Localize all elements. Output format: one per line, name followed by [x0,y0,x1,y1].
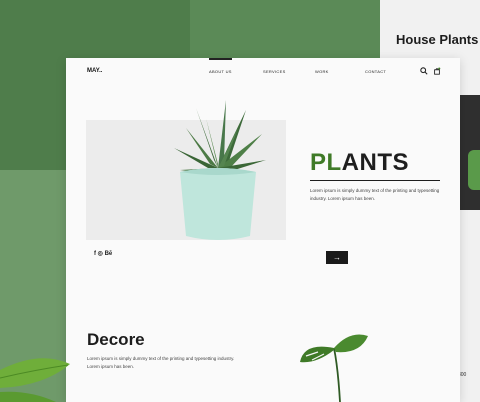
nav-contact[interactable]: CONTACT [365,69,386,74]
decore-description: Lorem ipsum is simply dummy text of the … [87,356,235,369]
monstera-leaf-image [300,334,368,402]
hero-title: PLANTS [310,149,409,177]
decore-title: Decore [87,330,145,349]
next-arrow-button[interactable]: → [326,251,348,264]
hero-divider [310,180,440,181]
house-plants-title: House Plants [396,32,479,47]
search-icon[interactable] [420,67,428,75]
social-icons[interactable]: f ◎ Bē [94,250,112,257]
top-navigation: MAY.. ABOUT US SERVICES WORK CONTACT [66,58,460,86]
hero-title-rest: ANTS [341,149,410,176]
shopping-bag-icon[interactable] [433,67,441,75]
nav-work[interactable]: WORK [315,69,329,74]
logo[interactable]: MAY.. [87,68,102,74]
hero-title-accent: PL [310,149,342,176]
hero-description: Lorem ipsum is simply dummy text of the … [310,188,440,201]
foreground-leaf-image [0,358,70,402]
right-preview-plant [468,150,480,190]
website-mockup: MAY.. ABOUT US SERVICES WORK CONTACT PLA… [66,58,460,402]
nav-about-us[interactable]: ABOUT US [209,58,232,74]
succulent-plant-image [174,100,266,240]
nav-services[interactable]: SERVICES [263,69,286,74]
